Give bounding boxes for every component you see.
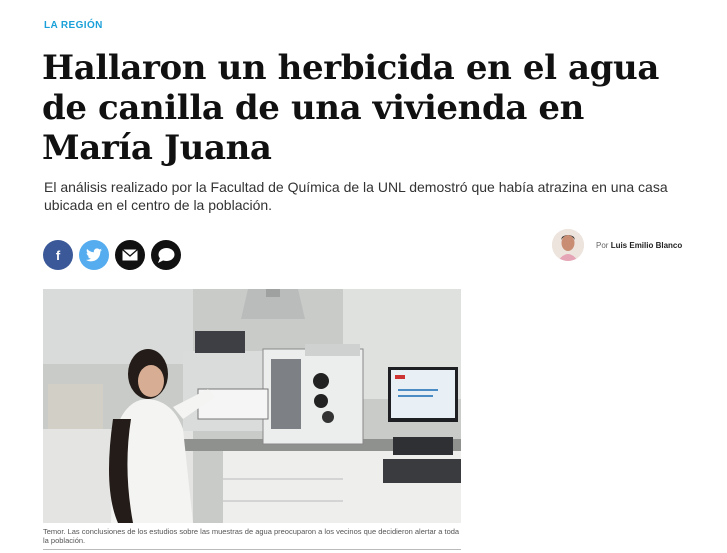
byline-prefix: Por (596, 240, 609, 250)
svg-text:f: f (56, 248, 61, 262)
caption-divider (43, 549, 461, 550)
twitter-icon (86, 248, 102, 262)
share-bar: f (43, 240, 181, 270)
byline: Por Luis Emilio Blanco (596, 241, 682, 250)
author-name[interactable]: Luis Emilio Blanco (611, 241, 683, 250)
twitter-share-button[interactable] (79, 240, 109, 270)
email-icon (122, 249, 138, 261)
photo-caption: Temor. Las conclusiones de los estudios … (43, 527, 460, 545)
comment-icon (158, 247, 175, 263)
section-label[interactable]: LA REGIÓN (44, 20, 103, 31)
comment-share-button[interactable] (151, 240, 181, 270)
lab-photo-illustration (43, 289, 461, 523)
author-block[interactable]: Por Luis Emilio Blanco (552, 229, 682, 261)
article-photo[interactable] (43, 289, 461, 523)
facebook-icon: f (56, 248, 61, 262)
author-avatar[interactable] (552, 229, 584, 261)
article-headline: Hallaron un herbicida en el agua de cani… (42, 48, 659, 168)
email-share-button[interactable] (115, 240, 145, 270)
facebook-share-button[interactable]: f (43, 240, 73, 270)
article-subtitle: El análisis realizado por la Facultad de… (44, 179, 668, 213)
